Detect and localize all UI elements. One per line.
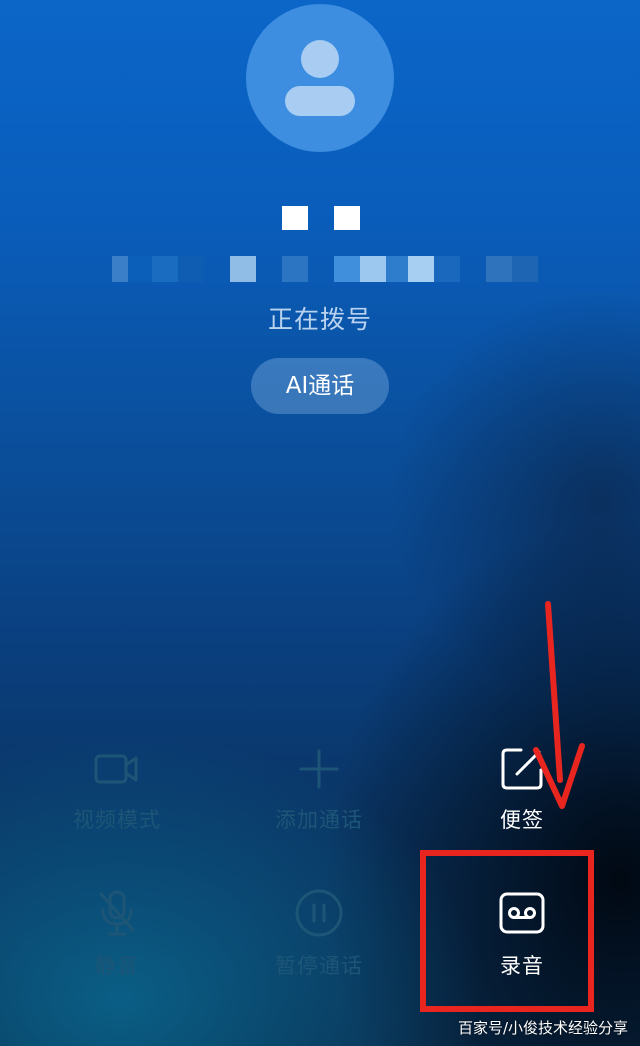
call-status-text: 正在拨号 [267, 305, 372, 334]
record-highlight-box [420, 850, 594, 1012]
mute-button[interactable]: 静音 [32, 888, 202, 1008]
plus-icon [299, 749, 339, 789]
avatar-head-shape [301, 40, 339, 78]
pause-icon [295, 889, 343, 937]
video-mode-label: 视频模式 [73, 808, 161, 832]
redaction-pixel [282, 256, 308, 282]
redaction-pixel [152, 256, 178, 282]
redaction-pixel [230, 256, 256, 282]
caller-number-redacted [112, 256, 542, 282]
redaction-pixel [112, 256, 128, 282]
redaction-pixel [334, 256, 360, 282]
hold-button[interactable]: 暂停通话 [234, 888, 404, 1008]
redaction-pixel [360, 256, 386, 282]
redaction-block [334, 206, 360, 230]
avatar-body-shape [285, 86, 355, 116]
add-call-label: 添加通话 [275, 808, 363, 832]
add-call-button[interactable]: 添加通话 [234, 744, 404, 864]
mute-label: 静音 [95, 954, 139, 978]
redaction-pixel [434, 256, 460, 282]
contact-avatar [246, 4, 394, 152]
redaction-pixel [178, 256, 204, 282]
hold-label: 暂停通话 [275, 954, 363, 978]
redaction-pixel [386, 256, 408, 282]
watermark-text: 百家号/小俊技术经验分享 [457, 1019, 628, 1037]
red-arrow-annotation [533, 601, 585, 809]
redaction-pixel [408, 256, 434, 282]
redaction-block [282, 206, 308, 230]
mic-off-icon [99, 890, 135, 936]
redaction-pixel [128, 256, 152, 282]
ai-call-button[interactable]: AI通话 [251, 358, 389, 414]
redaction-pixel [512, 256, 538, 282]
caller-name-redacted [270, 198, 370, 234]
video-camera-icon [94, 754, 138, 784]
redaction-pixel [486, 256, 512, 282]
video-mode-button[interactable]: 视频模式 [32, 744, 202, 864]
